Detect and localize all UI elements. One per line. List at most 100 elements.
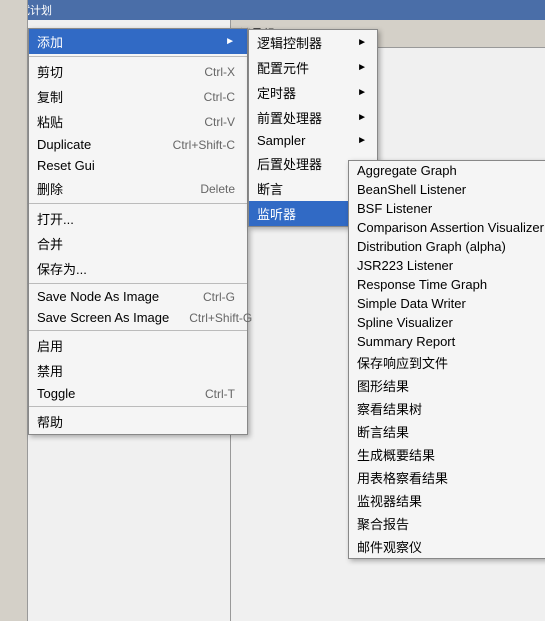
submenu-timer-label: 定时器 [257,83,296,102]
menu-item-save-screen-shortcut: Ctrl+Shift-G [189,311,252,325]
menu-item-merge[interactable]: 合并 [29,231,247,256]
listener-summary[interactable]: Summary Report [349,332,545,351]
toolbar-area [0,0,28,621]
listener-aggregate-report-label: 聚合报告 [357,514,409,533]
listener-monitor-results[interactable]: 监视器结果 [349,489,545,512]
menu-item-save-screen[interactable]: Save Screen As Image Ctrl+Shift-G [29,307,247,328]
listener-graph-results-label: 图形结果 [357,376,409,395]
listener-view-results-tree-label: 察看结果树 [357,399,422,418]
menu-item-paste-label: 粘贴 [37,112,63,131]
menu-item-save-node[interactable]: Save Node As Image Ctrl-G [29,286,247,307]
menu-item-toggle-shortcut: Ctrl-T [205,387,235,401]
listener-generate-summary-label: 生成概要结果 [357,445,435,464]
listener-response-time[interactable]: Response Time Graph [349,275,545,294]
submenu-post-label: 后置处理器 [257,154,322,173]
menu-item-reset-gui-label: Reset Gui [37,158,95,173]
listener-table-results-label: 用表格察看结果 [357,468,448,487]
submenu-listener-label: 监听器 [257,204,296,223]
submenu-logic-label: 逻辑控制器 [257,33,322,52]
menu-item-duplicate-label: Duplicate [37,137,91,152]
menu-item-enable[interactable]: 启用 [29,333,247,358]
submenu-logic-controller[interactable]: 逻辑控制器 ► [249,30,377,55]
submenu-sampler-arrow: ► [357,135,367,146]
listener-table-results[interactable]: 用表格察看结果 [349,466,545,489]
menu-item-copy[interactable]: 复制 Ctrl-C [29,84,247,109]
listener-mail-viewer[interactable]: 邮件观察仪 [349,535,545,558]
listener-monitor-results-label: 监视器结果 [357,491,422,510]
listener-assertion-results[interactable]: 断言结果 [349,420,545,443]
menu-item-help[interactable]: 帮助 [29,409,247,434]
menu-item-disable-label: 禁用 [37,361,63,380]
menu-item-delete[interactable]: 删除 Delete [29,176,247,201]
listener-comparison-label: Comparison Assertion Visualizer [357,220,544,235]
listener-beanshell[interactable]: BeanShell Listener [349,180,545,199]
listener-spline[interactable]: Spline Visualizer [349,313,545,332]
listener-view-results-tree[interactable]: 察看结果树 [349,397,545,420]
listener-comparison-assertion[interactable]: Comparison Assertion Visualizer [349,218,545,237]
menu-sep-4 [29,330,247,331]
submenu-config-arrow: ► [357,62,367,73]
listener-response-time-label: Response Time Graph [357,277,487,292]
menu-item-help-label: 帮助 [37,412,63,431]
menu-item-delete-label: 删除 [37,179,63,198]
listener-distribution-label: Distribution Graph (alpha) [357,239,506,254]
menu-item-copy-label: 复制 [37,87,63,106]
listener-aggregate-report[interactable]: 聚合报告 [349,512,545,535]
submenu-config-element[interactable]: 配置元件 ► [249,55,377,80]
submenu-pre-label: 前置处理器 [257,108,322,127]
listener-jsr223-label: JSR223 Listener [357,258,453,273]
listener-aggregate-graph-label: Aggregate Graph [357,163,457,178]
menu-item-paste-shortcut: Ctrl-V [204,115,235,129]
menu-item-reset-gui[interactable]: Reset Gui [29,155,247,176]
listener-distribution-graph[interactable]: Distribution Graph (alpha) [349,237,545,256]
menu-sep-1 [29,56,247,57]
submenu-timer-arrow: ► [357,87,367,98]
listener-mail-viewer-label: 邮件观察仪 [357,537,422,556]
menu-item-open-label: 打开... [37,209,74,228]
submenu-timer[interactable]: 定时器 ► [249,80,377,105]
listener-generate-summary[interactable]: 生成概要结果 [349,443,545,466]
menu-item-duplicate-shortcut: Ctrl+Shift-C [173,138,235,152]
submenu-assertion-label: 断言 [257,179,283,198]
menu-item-cut[interactable]: 剪切 Ctrl-X [29,59,247,84]
listener-spline-label: Spline Visualizer [357,315,453,330]
menu-item-cut-shortcut: Ctrl-X [204,65,235,79]
menu-item-add-label: 添加 [37,32,63,51]
menu-item-add[interactable]: 添加 ► [29,29,247,54]
menu-sep-5 [29,406,247,407]
submenu-pre-processor[interactable]: 前置处理器 ► [249,105,377,130]
menu-item-copy-shortcut: Ctrl-C [204,90,235,104]
listener-save-response-label: 保存响应到文件 [357,353,448,372]
listener-beanshell-label: BeanShell Listener [357,182,466,197]
menu-item-add-arrow: ► [225,36,235,47]
submenu-listener-menu: Aggregate Graph BeanShell Listener BSF L… [348,160,545,559]
listener-aggregate-graph[interactable]: Aggregate Graph [349,161,545,180]
menu-item-toggle[interactable]: Toggle Ctrl-T [29,383,247,404]
menu-item-open[interactable]: 打开... [29,206,247,231]
submenu-sampler-label: Sampler [257,133,305,148]
menu-item-paste[interactable]: 粘贴 Ctrl-V [29,109,247,134]
menu-sep-2 [29,203,247,204]
title-bar: 测试计划 [0,0,545,20]
listener-summary-label: Summary Report [357,334,455,349]
menu-item-disable[interactable]: 禁用 [29,358,247,383]
menu-item-cut-label: 剪切 [37,62,63,81]
listener-simple-data[interactable]: Simple Data Writer [349,294,545,313]
menu-item-save-screen-label: Save Screen As Image [37,310,169,325]
menu-item-enable-label: 启用 [37,336,63,355]
menu-item-merge-label: 合并 [37,234,63,253]
submenu-pre-arrow: ► [357,112,367,123]
submenu-sampler[interactable]: Sampler ► [249,130,377,151]
menu-sep-3 [29,283,247,284]
listener-assertion-results-label: 断言结果 [357,422,409,441]
submenu-logic-arrow: ► [357,37,367,48]
listener-jsr223[interactable]: JSR223 Listener [349,256,545,275]
listener-save-response[interactable]: 保存响应到文件 [349,351,545,374]
menu-item-toggle-label: Toggle [37,386,75,401]
menu-item-save-node-label: Save Node As Image [37,289,159,304]
menu-item-save-node-shortcut: Ctrl-G [203,290,235,304]
menu-item-duplicate[interactable]: Duplicate Ctrl+Shift-C [29,134,247,155]
listener-graph-results[interactable]: 图形结果 [349,374,545,397]
menu-item-save-as[interactable]: 保存为... [29,256,247,281]
listener-bsf[interactable]: BSF Listener [349,199,545,218]
